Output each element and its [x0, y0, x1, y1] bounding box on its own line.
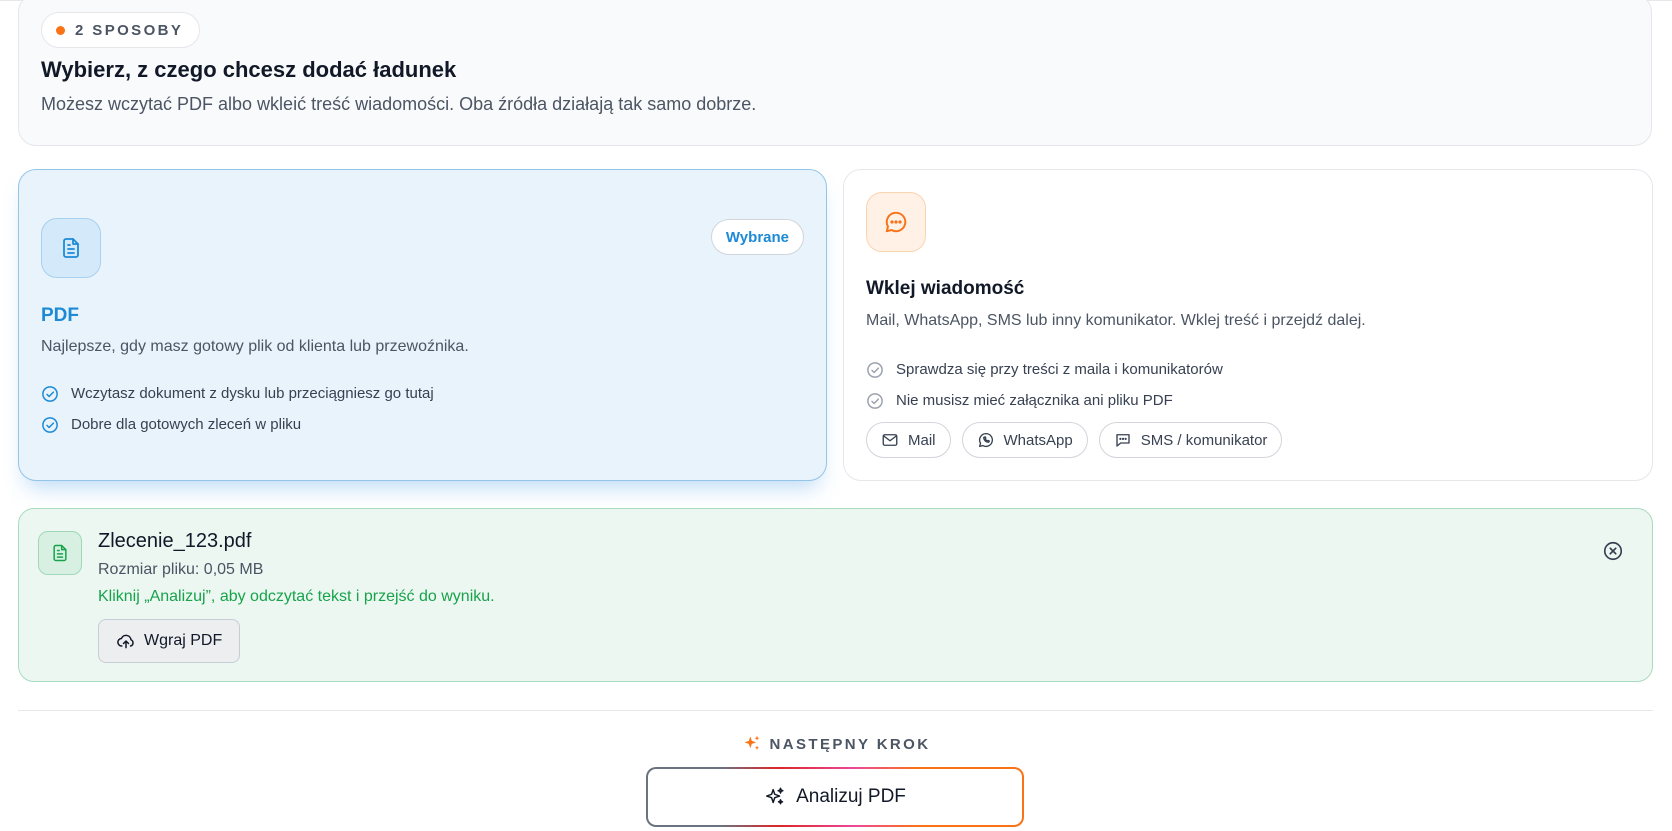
file-name: Zlecenie_123.pdf: [98, 530, 252, 552]
ways-pill: 2 SPOSOBY: [41, 12, 201, 48]
option-description-message: Mail, WhatsApp, SMS lub inny komunikator…: [866, 312, 1366, 329]
source-chips: Mail WhatsApp SMS / komunikator: [866, 422, 1283, 458]
whatsapp-icon: [977, 431, 995, 449]
analyze-hint: Kliknij „Analizuj”, aby odczytać tekst i…: [98, 588, 495, 605]
option-checks-pdf: Wczytasz dokument z dysku lub przeciągni…: [41, 378, 434, 440]
analyze-pdf-button[interactable]: Analizuj PDF: [646, 767, 1024, 827]
check-item-label: Dobre dla gotowych zleceń w pliku: [71, 416, 302, 433]
close-circle-icon: [1603, 541, 1623, 561]
section-divider: [18, 710, 1653, 711]
option-title-pdf: PDF: [41, 305, 79, 326]
check-circle-icon: [41, 416, 59, 434]
chip-label: Mail: [908, 431, 936, 449]
option-card-pdf[interactable]: Wybrane PDF Najlepsze, gdy masz gotowy p…: [18, 169, 827, 481]
check-item: Sprawdza się przy treści z maila i komun…: [866, 354, 1223, 385]
sparkles-icon: [744, 735, 760, 750]
check-item-label: Wczytasz dokument z dysku lub przeciągni…: [71, 385, 434, 402]
intro-subtitle: Możesz wczytać PDF albo wkleić treść wia…: [41, 94, 757, 114]
remove-file-button[interactable]: [1602, 540, 1624, 562]
option-description-pdf: Najlepsze, gdy masz gotowy plik od klien…: [41, 338, 469, 355]
check-circle-icon: [41, 385, 59, 403]
chip-label: WhatsApp: [1003, 431, 1073, 449]
upload-pdf-button[interactable]: Wgraj PDF: [98, 619, 241, 663]
chip-label: SMS / komunikator: [1140, 431, 1268, 449]
option-checks-message: Sprawdza się przy treści z maila i komun…: [866, 354, 1223, 416]
option-title-message: Wklej wiadomość: [866, 278, 1025, 299]
document-icon: [41, 218, 101, 278]
check-item-label: Sprawdza się przy treści z maila i komun…: [896, 361, 1223, 378]
check-item-label: Nie musisz mieć załącznika ani pliku PDF: [896, 392, 1173, 409]
check-item: Wczytasz dokument z dysku lub przeciągni…: [41, 378, 434, 409]
chip-sms[interactable]: SMS / komunikator: [1098, 422, 1283, 458]
next-step-text: NASTĘPNY KROK: [769, 735, 931, 753]
analyze-pdf-label: Analizuj PDF: [796, 786, 906, 807]
option-card-message[interactable]: Wklej wiadomość Mail, WhatsApp, SMS lub …: [843, 169, 1653, 481]
cloud-upload-icon: [117, 634, 134, 649]
intro-card: 2 SPOSOBY Wybierz, z czego chcesz dodać …: [18, 0, 1652, 146]
check-circle-icon: [866, 392, 884, 410]
check-item: Nie musisz mieć załącznika ani pliku PDF: [866, 385, 1223, 416]
message-icon: [1114, 431, 1132, 449]
orange-dot-icon: [56, 25, 65, 35]
file-document-icon: [38, 531, 82, 575]
check-circle-icon: [866, 361, 884, 379]
chat-bubble-icon: [866, 192, 926, 252]
sparkles-icon: [766, 787, 784, 805]
ways-pill-label: 2 SPOSOBY: [75, 21, 184, 39]
selected-file-card: Zlecenie_123.pdf Rozmiar pliku: 0,05 MB …: [18, 508, 1653, 682]
mail-icon: [881, 431, 899, 449]
check-item: Dobre dla gotowych zleceń w pliku: [41, 409, 434, 440]
chip-mail[interactable]: Mail: [866, 422, 951, 458]
chip-whatsapp[interactable]: WhatsApp: [961, 422, 1088, 458]
intro-title: Wybierz, z czego chcesz dodać ładunek: [41, 57, 457, 82]
next-step-label: NASTĘPNY KROK: [0, 734, 1672, 754]
selected-badge: Wybrane: [710, 219, 804, 255]
file-size: Rozmiar pliku: 0,05 MB: [98, 561, 264, 578]
upload-pdf-label: Wgraj PDF: [144, 632, 223, 649]
